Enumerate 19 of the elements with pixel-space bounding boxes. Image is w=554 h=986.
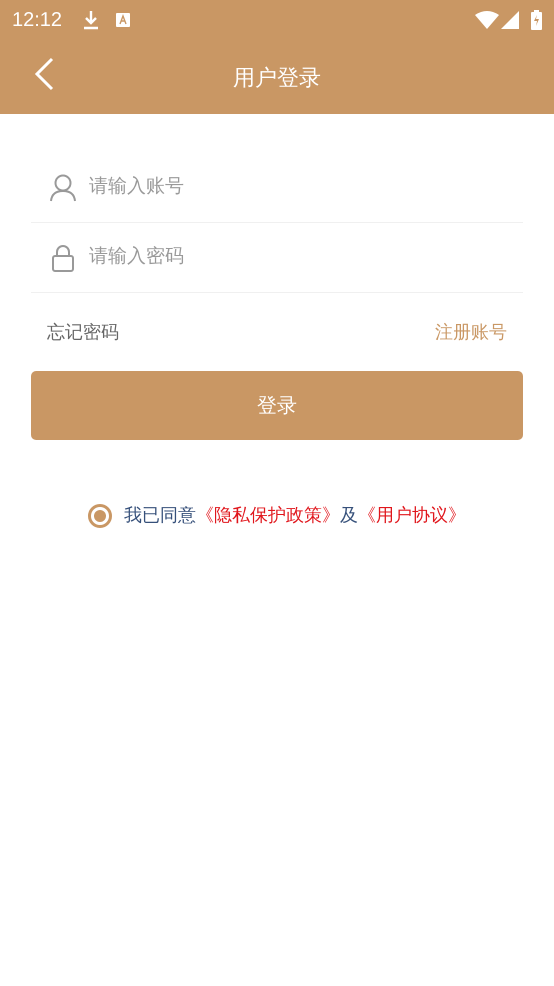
password-field[interactable]: 请输入密码	[89, 243, 505, 272]
wifi-icon	[475, 11, 499, 29]
login-button[interactable]: 登录	[31, 371, 523, 440]
agreement-link[interactable]: 《隐私保护政策》	[196, 505, 340, 525]
user-icon	[50, 174, 76, 202]
back-icon[interactable]	[34, 57, 54, 91]
forgot-password-link[interactable]: 忘记密码	[47, 318, 119, 346]
signal-icon	[501, 11, 519, 29]
agree-radio[interactable]	[88, 504, 112, 528]
battery-icon	[531, 10, 542, 30]
account-field[interactable]: 请输入账号	[89, 173, 505, 202]
download-icon	[82, 10, 100, 30]
agreement-link[interactable]: 《用户协议》	[358, 505, 466, 525]
register-link[interactable]: 注册账号	[435, 318, 507, 346]
page-title: 用户登录	[233, 64, 321, 92]
status-time: 12:12	[12, 8, 62, 33]
agreement-text: 我已同意《隐私保护政策》及《用户协议》	[124, 504, 466, 527]
lock-icon	[52, 244, 74, 272]
notification-icon	[116, 13, 130, 27]
